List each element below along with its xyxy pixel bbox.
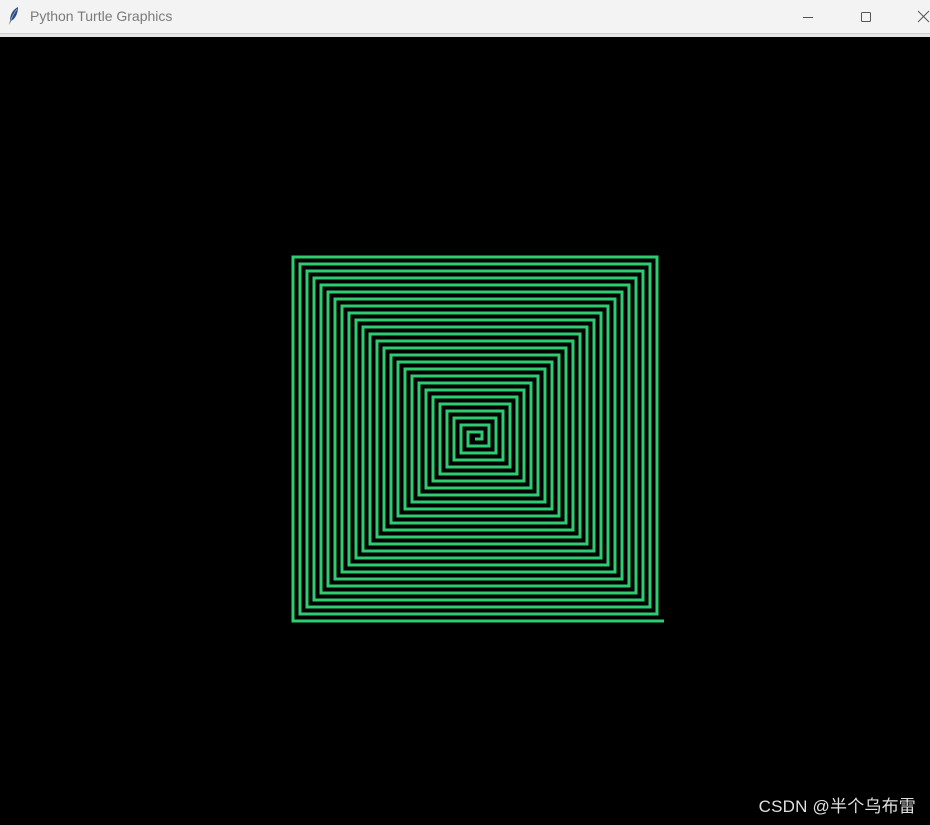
close-button[interactable] [900, 0, 930, 33]
spiral-path [291, 255, 664, 623]
turtle-window: Python Turtle Graphics CSDN @半个乌布雷 [0, 0, 930, 825]
close-icon [917, 10, 930, 23]
maximize-icon [860, 11, 872, 23]
turtle-canvas[interactable] [0, 37, 930, 825]
minimize-icon [802, 11, 814, 23]
square-spiral-drawing [291, 255, 664, 623]
feather-icon [6, 6, 22, 26]
watermark: CSDN @半个乌布雷 [758, 797, 916, 816]
title-bar[interactable]: Python Turtle Graphics [0, 0, 930, 34]
minimize-button[interactable] [785, 0, 831, 33]
window-title: Python Turtle Graphics [30, 8, 173, 24]
maximize-button[interactable] [843, 0, 889, 33]
